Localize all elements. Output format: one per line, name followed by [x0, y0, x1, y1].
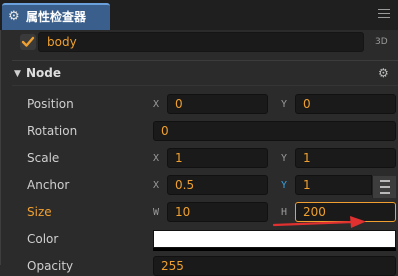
position-y-axis-label[interactable]: Y	[281, 98, 287, 111]
position-y-value: 0	[303, 97, 311, 111]
rotation-input[interactable]: 0	[153, 121, 396, 141]
section-settings-gear-icon[interactable]: ⚙	[378, 66, 389, 80]
anchor-x-value: 0.5	[175, 178, 195, 192]
color-picker-swatch[interactable]	[153, 230, 396, 248]
3d-toggle-button[interactable]: 3D	[375, 36, 388, 48]
rotation-value: 0	[161, 124, 169, 138]
scale-y-axis-label[interactable]: Y	[281, 152, 287, 165]
gear-icon: ⚙	[8, 9, 20, 24]
anchor-y-input[interactable]: 1	[295, 175, 372, 195]
opacity-label: Opacity	[27, 259, 74, 273]
node-name-value: body	[47, 35, 77, 49]
hamburger-menu-icon[interactable]	[378, 9, 390, 21]
tab-bar: ⚙ 属性检查器	[0, 0, 398, 30]
stepper-line	[380, 186, 390, 188]
scale-x-axis-label[interactable]: X	[153, 152, 159, 165]
scale-x-value: 1	[175, 151, 183, 165]
scale-y-value: 1	[303, 151, 311, 165]
position-x-input[interactable]: 0	[167, 94, 268, 114]
size-w-axis-label[interactable]: W	[153, 206, 159, 219]
collapse-arrow-icon[interactable]: ▼	[14, 68, 21, 80]
node-name-input[interactable]: body	[38, 32, 364, 52]
annotation-arrow	[272, 216, 366, 228]
divider	[12, 60, 398, 61]
section-title-node[interactable]: Node	[26, 66, 61, 81]
size-width-value: 10	[175, 205, 191, 219]
node-enabled-checkbox[interactable]	[20, 34, 36, 50]
divider	[12, 85, 398, 86]
position-x-value: 0	[175, 97, 183, 111]
scale-label: Scale	[27, 151, 60, 165]
tab-properties-inspector[interactable]: ⚙ 属性检查器	[2, 3, 110, 30]
anchor-label: Anchor	[27, 178, 70, 192]
stepper-line	[380, 192, 390, 194]
tab-title: 属性检查器	[26, 10, 87, 24]
opacity-value: 255	[161, 259, 184, 273]
stepper-line	[380, 180, 390, 182]
size-label: Size	[27, 205, 52, 219]
anchor-x-input[interactable]: 0.5	[167, 175, 268, 195]
anchor-x-axis-label[interactable]: X	[153, 179, 159, 192]
opacity-input[interactable]: 255	[153, 256, 396, 276]
scale-y-input[interactable]: 1	[295, 148, 396, 168]
anchor-y-value: 1	[303, 178, 311, 192]
anchor-y-axis-label[interactable]: Y	[281, 179, 287, 192]
color-alpha-strip	[153, 248, 396, 251]
position-label: Position	[27, 97, 74, 111]
position-x-axis-label[interactable]: X	[153, 98, 159, 111]
anchor-y-stepper[interactable]	[372, 176, 396, 198]
checkmark-icon	[21, 36, 35, 47]
rotation-label: Rotation	[27, 124, 78, 138]
position-y-input[interactable]: 0	[295, 94, 396, 114]
color-label: Color	[27, 232, 59, 246]
scale-x-input[interactable]: 1	[167, 148, 268, 168]
size-width-input[interactable]: 10	[167, 202, 268, 222]
